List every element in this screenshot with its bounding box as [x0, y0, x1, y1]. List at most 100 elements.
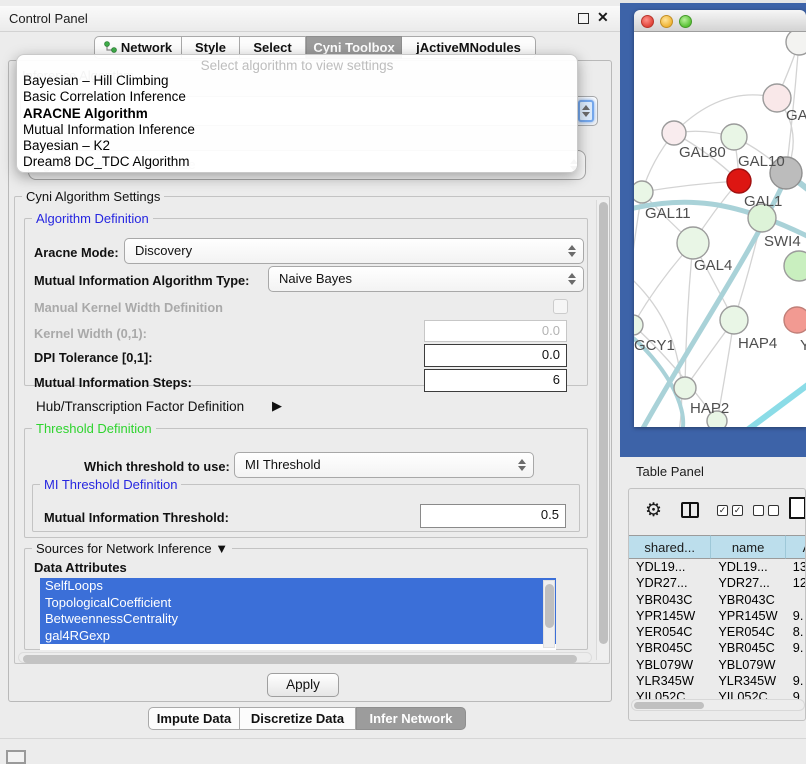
tab-select-label: Select: [253, 40, 291, 55]
kernel-width-label: Kernel Width (0,1):: [34, 326, 147, 341]
expand-arrow-icon[interactable]: ▶: [272, 398, 282, 414]
scrollbar-thumb[interactable]: [545, 584, 554, 628]
network-canvas[interactable]: GALGAL80GAL10GAL1GAL11SWI4GAL4HAP4YGCY1H…: [634, 32, 806, 427]
network-node[interactable]: [662, 121, 686, 145]
network-node[interactable]: [677, 227, 709, 259]
table-row[interactable]: YDL19...YDL19...13: [629, 559, 806, 575]
data-attribute-item[interactable]: BetweennessCentrality: [40, 611, 556, 628]
table-cell: 9.: [786, 608, 806, 624]
table-row[interactable]: YDR27...YDR27...12: [629, 575, 806, 591]
settings-horizontal-scrollbar[interactable]: [18, 652, 592, 663]
table-toolbar: ⚙ ✓ ✓: [629, 495, 805, 529]
algorithm-option[interactable]: Bayesian – Hill Climbing: [17, 73, 577, 89]
mi-type-value: Naive Bayes: [279, 267, 352, 291]
data-attribute-item[interactable]: SelfLoops: [40, 578, 556, 595]
node-label: GAL10: [738, 153, 785, 170]
columns-icon[interactable]: [681, 502, 699, 518]
network-edge[interactable]: [642, 181, 739, 192]
checked-checkbox-icon[interactable]: ✓: [717, 505, 728, 516]
checked-checkbox-icon[interactable]: ✓: [732, 505, 743, 516]
attribute-list-scrollbar[interactable]: [543, 580, 555, 648]
tab-discretize-data-label: Discretize Data: [251, 711, 344, 726]
float-panel-icon[interactable]: [578, 13, 589, 24]
algorithm-placeholder: Select algorithm to view settings: [17, 55, 577, 73]
node-label: GAL11: [645, 205, 691, 222]
algorithm-option[interactable]: Basic Correlation Inference: [17, 89, 577, 105]
close-traffic-light-icon[interactable]: [641, 15, 654, 28]
table-cell: YPR145W: [711, 608, 785, 624]
table-cell: YBR045C: [711, 640, 785, 656]
unchecked-checkbox-icon[interactable]: [768, 505, 779, 516]
kernel-width-field[interactable]: 0.0: [424, 320, 567, 342]
combo-spinner-icon: [514, 456, 530, 474]
aracne-mode-combo[interactable]: Discovery: [124, 238, 584, 264]
table-row[interactable]: YER054CYER054C8.: [629, 624, 806, 640]
table-panel-title: Table Panel: [636, 464, 704, 479]
table-horizontal-scrollbar[interactable]: [631, 699, 805, 711]
table-column-header[interactable]: shared...: [629, 535, 711, 559]
scrollbar-thumb[interactable]: [599, 202, 608, 644]
application-window: Control Panel ✕ Network Style Select Cyn…: [0, 0, 806, 762]
table-row[interactable]: YBR043CYBR043C: [629, 592, 806, 608]
network-node[interactable]: [784, 307, 806, 333]
table-cell: YPR145W: [629, 608, 711, 624]
table-row[interactable]: YBR045CYBR045C9.: [629, 640, 806, 656]
threshold-definition-title: Threshold Definition: [32, 421, 156, 436]
dpi-tolerance-field[interactable]: 0.0: [424, 344, 567, 367]
algorithm-option[interactable]: ARACNE Algorithm: [17, 106, 577, 122]
tab-cyni-toolbox-label: Cyni Toolbox: [313, 40, 394, 55]
collapse-arrow-icon[interactable]: ▼: [215, 541, 228, 556]
network-node[interactable]: [634, 181, 653, 203]
manual-kernel-checkbox[interactable]: [553, 299, 568, 314]
zoom-traffic-light-icon[interactable]: [679, 15, 692, 28]
network-edge[interactable]: [685, 243, 693, 388]
unchecked-checkbox-icon[interactable]: [753, 505, 764, 516]
network-node[interactable]: [786, 32, 806, 55]
network-view-window[interactable]: GALGAL80GAL10GAL1GAL11SWI4GAL4HAP4YGCY1H…: [634, 10, 806, 427]
network-node[interactable]: [727, 169, 751, 193]
node-label: GAL: [786, 107, 806, 124]
network-node[interactable]: [784, 251, 806, 281]
data-attribute-item[interactable]: gal4RGexp: [40, 628, 556, 645]
scrollbar-thumb[interactable]: [23, 655, 577, 663]
table-row[interactable]: YBL079WYBL079W: [629, 657, 806, 673]
algorithm-option[interactable]: Bayesian – K2: [17, 138, 577, 154]
algorithm-option[interactable]: Dream8 DC_TDC Algorithm: [17, 154, 577, 170]
gear-icon[interactable]: ⚙: [645, 499, 662, 522]
aracne-mode-value: Discovery: [135, 239, 192, 263]
data-attribute-item[interactable]: TopologicalCoefficient: [40, 595, 556, 612]
bottom-divider: [0, 738, 806, 739]
tab-infer-network-label: Infer Network: [369, 711, 452, 726]
which-threshold-combo[interactable]: MI Threshold: [234, 452, 534, 478]
table-row[interactable]: YPR145WYPR145W9.: [629, 608, 806, 624]
minimize-traffic-light-icon[interactable]: [660, 15, 673, 28]
sources-title: Sources for Network Inference ▼: [32, 541, 232, 556]
tab-impute-data-label: Impute Data: [157, 711, 231, 726]
table-row[interactable]: YLR345WYLR345W9.: [629, 673, 806, 689]
combo-spinner-icon: [564, 270, 580, 288]
table-column-header[interactable]: A: [786, 535, 806, 559]
network-window-titlebar[interactable]: [634, 10, 806, 32]
scrollbar-thumb[interactable]: [634, 702, 704, 709]
mi-type-combo[interactable]: Naive Bayes: [268, 266, 584, 292]
tab-infer-network[interactable]: Infer Network: [356, 707, 466, 730]
apply-button[interactable]: Apply: [267, 673, 339, 697]
network-node[interactable]: [720, 306, 748, 334]
network-node[interactable]: [674, 377, 696, 399]
table-cell: [786, 657, 806, 673]
combo-spinner-icon: [564, 242, 580, 260]
network-node[interactable]: [634, 315, 643, 335]
mi-steps-field[interactable]: 6: [424, 369, 567, 392]
settings-scrollbar[interactable]: [596, 200, 609, 660]
tab-jactivemnodules-label: jActiveMNodules: [416, 40, 521, 55]
close-icon[interactable]: ✕: [597, 9, 609, 26]
network-edge[interactable]: [742, 384, 806, 427]
tab-impute-data[interactable]: Impute Data: [148, 707, 240, 730]
table-cell: YER054C: [711, 624, 785, 640]
algorithm-option[interactable]: Mutual Information Inference: [17, 122, 577, 138]
mi-threshold-field[interactable]: 0.5: [420, 504, 566, 528]
data-attributes-list[interactable]: SelfLoopsTopologicalCoefficientBetweenne…: [40, 578, 556, 650]
tab-discretize-data[interactable]: Discretize Data: [240, 707, 356, 730]
table-column-header[interactable]: name: [711, 535, 786, 559]
file-icon[interactable]: [789, 497, 806, 519]
